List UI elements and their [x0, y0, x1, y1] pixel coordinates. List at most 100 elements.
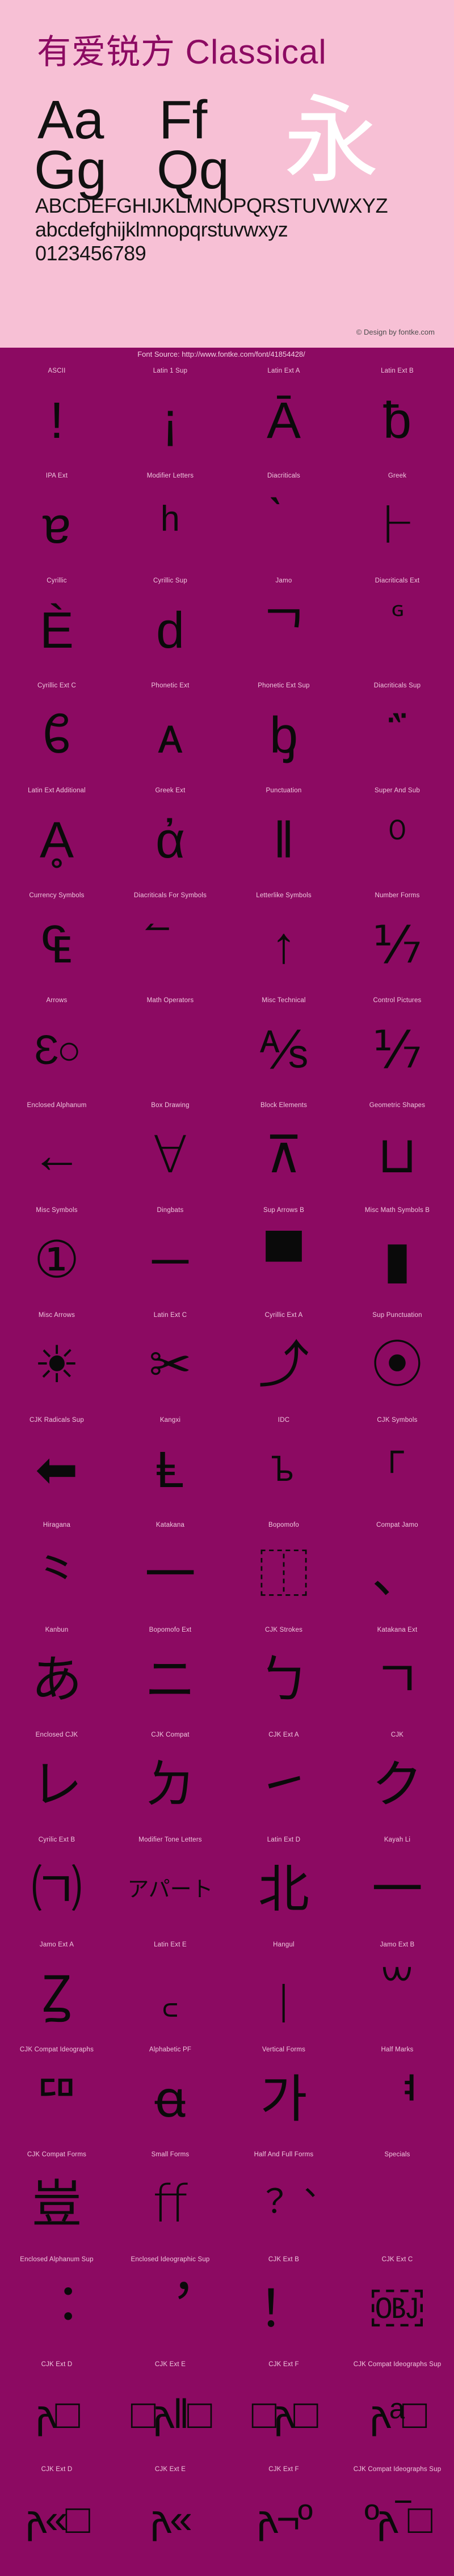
unicode-block-cell[interactable]: CJK Ext E 𐌰«: [114, 2462, 227, 2567]
unicode-block-cell[interactable]: Cyrillic Ext A ⤴: [227, 1308, 340, 1413]
unicode-block-cell[interactable]: Modifier Letters ʰ: [114, 468, 227, 573]
unicode-block-cell[interactable]: Box Drawing ∀: [114, 1098, 227, 1203]
unicode-block-cell[interactable]: Number Forms ⅐: [340, 888, 454, 993]
unicode-block-cell[interactable]: Bopomofo ⿰: [227, 1518, 340, 1623]
unicode-block-cell[interactable]: Enclosed Alphanum ←: [0, 1098, 114, 1203]
unicode-block-cell[interactable]: Diacriticals Sup᷀: [340, 678, 454, 783]
unicode-block-cell[interactable]: Enclosed Ideographic Sup ︐: [114, 2252, 227, 2357]
unicode-block-cell[interactable]: Specials: [340, 2147, 454, 2252]
unicode-block-cell[interactable]: Cyrilic Ext B ㈀: [0, 1832, 114, 1937]
block-row: CJK Ext D 𐌰«□ CJK Ext E 𐌰« CJK Ext F 𐌰¬º CJK C…: [0, 2462, 454, 2567]
unicode-block-cell[interactable]: Latin Ext D 北: [227, 1832, 340, 1937]
unicode-block-cell[interactable]: CJK Compat Ideographs Sup º𐌰‾□: [340, 2462, 454, 2567]
unicode-block-cell[interactable]: Phonetic Ext ᴀ: [114, 678, 227, 783]
font-source-link[interactable]: Font Source: http://www.fontke.com/font/…: [0, 350, 454, 358]
unicode-block-cell[interactable]: Latin 1 Sup ¡: [114, 364, 227, 468]
unicode-block-cell[interactable]: Katakana Ext ㄱ: [340, 1623, 454, 1728]
unicode-block-cell[interactable]: Enclosed CJK レ: [0, 1728, 114, 1832]
unicode-block-cell[interactable]: Geometric Shapes ⊔: [340, 1098, 454, 1203]
unicode-block-cell[interactable]: CJK Ext B ！: [227, 2252, 340, 2357]
unicode-block-cell[interactable]: Arrows Ɛ○: [0, 993, 114, 1098]
unicode-block-cell[interactable]: Diacriticals Extᷛ: [340, 573, 454, 678]
unicode-block-cell[interactable]: Math Operators: [114, 993, 227, 1098]
unicode-block-glyph: ∀: [153, 1126, 188, 1184]
unicode-block-cell[interactable]: CJK Ext D 𐌰□: [0, 2357, 114, 2462]
unicode-block-cell[interactable]: Half And Full Forms ︖︑: [227, 2147, 340, 2252]
unicode-block-cell[interactable]: CJK Ext E □𐌰‖□: [114, 2357, 227, 2462]
unicode-block-cell[interactable]: IDC ᲆ: [227, 1413, 340, 1518]
unicode-block-cell[interactable]: CJK Symbols ⸀: [340, 1413, 454, 1518]
unicode-block-cell[interactable]: IPA Ext ɐ: [0, 468, 114, 573]
unicode-block-cell[interactable]: Vertical Forms 가: [227, 2042, 340, 2147]
unicode-block-cell[interactable]: CJK Radicals Sup ⬅: [0, 1413, 114, 1518]
unicode-block-cell[interactable]: Cyrillic Ѐ: [0, 573, 114, 678]
unicode-block-cell[interactable]: CJK Compat Ideographs Sup 𐌰ᵃ□: [340, 2357, 454, 2462]
unicode-block-cell[interactable]: Hiragana ⺀: [0, 1518, 114, 1623]
unicode-block-cell[interactable]: CJK Ext F □𐌰□: [227, 2357, 340, 2462]
unicode-block-cell[interactable]: Greek Ext ἀ: [114, 783, 227, 888]
unicode-block-cell[interactable]: CJK Ext F 𐌰¬º: [227, 2462, 340, 2567]
unicode-block-cell[interactable]: Control Pictures ⅐: [340, 993, 454, 1098]
unicode-block-label: Greek Ext: [155, 787, 186, 794]
unicode-block-cell[interactable]: Sup Punctuation ⦿: [340, 1308, 454, 1413]
unicode-block-cell[interactable]: CJK ク: [340, 1728, 454, 1832]
unicode-block-cell[interactable]: Latin Ext C ✂: [114, 1308, 227, 1413]
unicode-block-cell[interactable]: Dingbats ─: [114, 1203, 227, 1308]
unicode-block-cell[interactable]: CJK Ext A ㇀: [227, 1728, 340, 1832]
unicode-block-cell[interactable]: Greek Ͱ: [340, 468, 454, 573]
unicode-block-cell[interactable]: Cyrillic Sup ԁ: [114, 573, 227, 678]
unicode-block-cell[interactable]: Alphabetic PF ꬰ: [114, 2042, 227, 2147]
unicode-block-cell[interactable]: Kanbun あ: [0, 1623, 114, 1728]
unicode-block-cell[interactable]: Super And Sub ⁰: [340, 783, 454, 888]
unicode-block-cell[interactable]: CJK Strokes ㄅ: [227, 1623, 340, 1728]
unicode-block-cell[interactable]: Latin Ext E ꜀: [114, 1937, 227, 2042]
unicode-block-cell[interactable]: Punctuation ‖: [227, 783, 340, 888]
unicode-block-cell[interactable]: Misc Math Symbols B ▮: [340, 1203, 454, 1308]
unicode-block-label: Enclosed Alphanum: [27, 1102, 87, 1109]
unicode-block-cell[interactable]: ASCII!: [0, 364, 114, 468]
unicode-block-cell[interactable]: CJK Compat Ideographs ꥠ: [0, 2042, 114, 2147]
unicode-block-cell[interactable]: Jamo ᄀ: [227, 573, 340, 678]
unicode-block-cell[interactable]: Bopomofo Ext ニ: [114, 1623, 227, 1728]
unicode-block-cell[interactable]: Misc Arrows ☀: [0, 1308, 114, 1413]
unicode-block-cell[interactable]: Compat Jamo 、: [340, 1518, 454, 1623]
unicode-block-glyph: ク: [372, 1756, 423, 1813]
unicode-block-cell[interactable]: Enclosed Alphanum Sup ︓: [0, 2252, 114, 2357]
unicode-block-cell[interactable]: Latin Ext Additional Ḁ: [0, 783, 114, 888]
unicode-block-cell[interactable]: Latin Ext B ƀ: [340, 364, 454, 468]
unicode-block-cell[interactable]: Modifier Tone Letters アパート: [114, 1832, 227, 1937]
unicode-block-cell[interactable]: Letterlike Symbols ↑: [227, 888, 340, 993]
unicode-block-label: Diacriticals Ext: [375, 577, 420, 584]
unicode-block-cell[interactable]: Latin Ext A Ā: [227, 364, 340, 468]
unicode-block-label: Cyrillic Ext A: [264, 1312, 303, 1319]
unicode-block-cell[interactable]: Small Forms ﬀ: [114, 2147, 227, 2252]
unicode-block-cell[interactable]: Misc Technical ⅍: [227, 993, 340, 1098]
unicode-block-cell[interactable]: Hangul ꞁ: [227, 1937, 340, 2042]
unicode-block-label: Arrows: [46, 997, 68, 1004]
unicode-block-cell[interactable]: Misc Symbols ①: [0, 1203, 114, 1308]
unicode-block-cell[interactable]: Kangxi Ⱡ: [114, 1413, 227, 1518]
unicode-block-cell[interactable]: Cyrillic Ext C ᲀ: [0, 678, 114, 783]
unicode-block-label: Super And Sub: [375, 787, 420, 794]
unicode-block-cell[interactable]: Kayah Li 一: [340, 1832, 454, 1937]
unicode-block-cell[interactable]: Phonetic Ext Sup ᶀ: [227, 678, 340, 783]
unicode-block-cell[interactable]: CJK Ext D 𐌰«□: [0, 2462, 114, 2567]
unicode-block-cell[interactable]: Block Elements ⊼: [227, 1098, 340, 1203]
unicode-block-cell[interactable]: CJK Ext C ￼: [340, 2252, 454, 2357]
unicode-block-grid: ASCII! Latin 1 Sup ¡ Latin Ext A Ā Latin Ext …: [0, 364, 454, 2576]
block-row: Arrows Ɛ○ Math Operators Misc Technical ⅍ Con…: [0, 993, 454, 1098]
unicode-block-cell[interactable]: Sup Arrows B ▀: [227, 1203, 340, 1308]
unicode-block-cell[interactable]: Katakana 一: [114, 1518, 227, 1623]
unicode-block-glyph: ἀ: [155, 812, 186, 869]
unicode-block-cell[interactable]: Diacriticals For Symbols⃐: [114, 888, 227, 993]
unicode-block-cell[interactable]: CJK Compat ㄉ: [114, 1728, 227, 1832]
unicode-block-label: CJK Compat Forms: [27, 2151, 87, 2158]
unicode-block-cell[interactable]: Jamo Ext B ꒳: [340, 1937, 454, 2042]
unicode-block-label: Phonetic Ext: [151, 682, 190, 689]
unicode-block-cell[interactable]: Currency Symbols ₠: [0, 888, 114, 993]
unicode-block-cell[interactable]: Diacriticals̀: [227, 468, 340, 573]
unicode-block-cell[interactable]: CJK Compat Forms 豈: [0, 2147, 114, 2252]
unicode-block-glyph: レ: [31, 1756, 82, 1813]
unicode-block-cell[interactable]: Jamo Ext A Ꙁ: [0, 1937, 114, 2042]
unicode-block-cell[interactable]: Half Marks ᅧ: [340, 2042, 454, 2147]
